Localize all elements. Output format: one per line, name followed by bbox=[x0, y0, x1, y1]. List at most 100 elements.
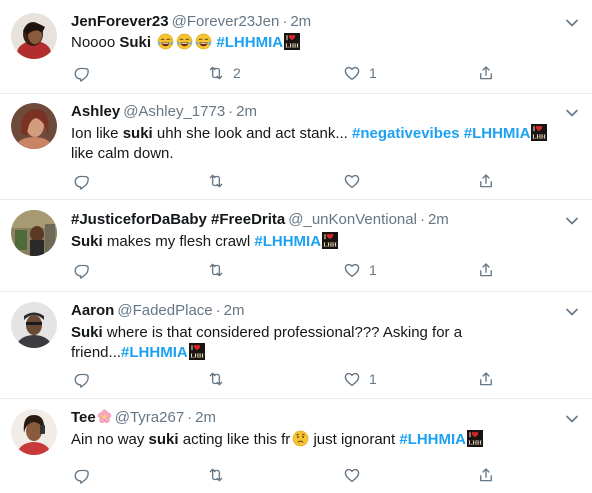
tweet-feed: JenForever23 @Forever23Jen · 2m Noooo Suki … bbox=[0, 0, 592, 493]
tweet-item[interactable]: Tee @Tyra267 · 2m Ain no way suki acting li… bbox=[0, 399, 592, 493]
share-button[interactable] bbox=[477, 260, 495, 280]
retweet-button[interactable] bbox=[207, 171, 233, 191]
timestamp[interactable]: 2m bbox=[236, 103, 257, 120]
separator-dot: · bbox=[228, 103, 234, 120]
confused-emoji-icon bbox=[292, 430, 309, 447]
lhh-heart-badge-icon bbox=[189, 343, 205, 360]
hashtag-link[interactable]: #negativevibes bbox=[352, 125, 460, 142]
reply-icon bbox=[73, 261, 91, 279]
author-name[interactable]: Aaron bbox=[71, 302, 114, 319]
author-handle[interactable]: @Forever23Jen bbox=[172, 13, 280, 30]
reply-button[interactable] bbox=[73, 465, 91, 485]
heart-icon bbox=[343, 172, 361, 190]
avatar[interactable] bbox=[11, 302, 57, 348]
chevron-down-icon[interactable] bbox=[566, 217, 578, 225]
share-icon bbox=[477, 64, 495, 82]
mention-keyword: suki bbox=[122, 125, 153, 142]
heart-icon bbox=[343, 64, 361, 82]
tears-of-joy-emoji-icon bbox=[195, 33, 212, 50]
avatar[interactable] bbox=[11, 13, 57, 59]
retweet-count: 2 bbox=[233, 65, 241, 81]
avatar[interactable] bbox=[11, 409, 57, 455]
tears-of-joy-emoji-icon bbox=[157, 33, 174, 50]
avatar[interactable] bbox=[11, 210, 57, 256]
reply-button[interactable] bbox=[73, 63, 91, 83]
tweet-actions: 2 1 bbox=[71, 63, 521, 83]
reply-icon bbox=[73, 172, 91, 190]
author-name[interactable]: Ashley bbox=[71, 103, 120, 120]
author-handle[interactable]: @_unKonVentional bbox=[288, 211, 417, 228]
mention-keyword: Suki bbox=[71, 233, 103, 250]
like-button[interactable]: 1 bbox=[343, 63, 377, 83]
heart-icon bbox=[343, 261, 361, 279]
lhh-heart-badge-icon bbox=[322, 232, 338, 249]
author-handle[interactable]: @FadedPlace bbox=[117, 302, 212, 319]
tweet-item[interactable]: Ashley @Ashley_1773 · 2m Ion like suki uhh … bbox=[0, 94, 592, 200]
tweet-item[interactable]: JenForever23 @Forever23Jen · 2m Noooo Suki … bbox=[0, 0, 592, 94]
author-name[interactable]: Tee bbox=[71, 409, 96, 426]
retweet-button[interactable]: 2 bbox=[207, 63, 241, 83]
mention-keyword: Suki bbox=[119, 34, 152, 51]
retweet-icon bbox=[207, 64, 225, 82]
reply-icon bbox=[73, 64, 91, 82]
tweet-text: Suki where is that considered profession… bbox=[71, 324, 463, 361]
author-name[interactable]: JenForever23 bbox=[71, 13, 169, 30]
mention-keyword: suki bbox=[148, 431, 179, 448]
hashtag-link[interactable]: #LHHMIA bbox=[254, 233, 321, 250]
tweet-item[interactable]: #JusticeforDaBaby #FreeDrita @_unKonVenti… bbox=[0, 200, 592, 292]
share-button[interactable] bbox=[477, 63, 495, 83]
heart-icon bbox=[343, 466, 361, 484]
hashtag-link[interactable]: #LHHMIA bbox=[399, 431, 466, 448]
share-icon bbox=[477, 370, 495, 388]
author-handle[interactable]: @Ashley_1773 bbox=[123, 103, 225, 120]
like-button[interactable]: 1 bbox=[343, 260, 377, 280]
timestamp[interactable]: 2m bbox=[428, 211, 449, 228]
author-name[interactable]: #JusticeforDaBaby #FreeDrita bbox=[71, 211, 285, 228]
like-button[interactable]: 1 bbox=[343, 369, 377, 389]
author-handle[interactable]: @Tyra267 bbox=[115, 409, 184, 426]
share-button[interactable] bbox=[477, 465, 495, 485]
reply-button[interactable] bbox=[73, 260, 91, 280]
like-button[interactable] bbox=[343, 465, 369, 485]
separator-dot: · bbox=[282, 13, 288, 30]
tweet-actions bbox=[71, 465, 521, 485]
tweet-text: Suki makes my flesh crawl #LHHMIA bbox=[71, 232, 571, 252]
flower-emoji-icon bbox=[97, 409, 112, 424]
reply-button[interactable] bbox=[73, 369, 91, 389]
share-button[interactable] bbox=[477, 369, 495, 389]
tweet-text: Ion like suki uhh she look and act stank… bbox=[71, 124, 571, 164]
timestamp[interactable]: 2m bbox=[224, 302, 245, 319]
tears-of-joy-emoji-icon bbox=[176, 33, 193, 50]
share-button[interactable] bbox=[477, 171, 495, 191]
timestamp[interactable]: 2m bbox=[195, 409, 216, 426]
like-count: 1 bbox=[369, 371, 377, 387]
like-count: 1 bbox=[369, 65, 377, 81]
lhh-heart-badge-icon bbox=[284, 33, 300, 50]
timestamp[interactable]: 2m bbox=[290, 13, 311, 30]
retweet-icon bbox=[207, 466, 225, 484]
like-button[interactable] bbox=[343, 171, 369, 191]
reply-icon bbox=[73, 370, 91, 388]
hashtag-link[interactable]: #LHHMIA bbox=[216, 34, 283, 51]
chevron-down-icon[interactable] bbox=[566, 415, 578, 423]
mention-keyword: Suki bbox=[71, 324, 103, 341]
retweet-button[interactable] bbox=[207, 465, 233, 485]
hashtag-link[interactable]: #LHHMIA bbox=[464, 125, 531, 142]
heart-icon bbox=[343, 370, 361, 388]
tweet-actions bbox=[71, 171, 521, 191]
tweet-actions: 1 bbox=[71, 369, 521, 389]
like-count: 1 bbox=[369, 262, 377, 278]
reply-icon bbox=[73, 466, 91, 484]
hashtag-link[interactable]: #LHHMIA bbox=[121, 344, 188, 361]
chevron-down-icon[interactable] bbox=[566, 19, 578, 27]
tweet-item[interactable]: Aaron @FadedPlace · 2m Suki where is that c… bbox=[0, 292, 592, 399]
retweet-button[interactable] bbox=[207, 260, 233, 280]
avatar[interactable] bbox=[11, 103, 57, 149]
separator-dot: · bbox=[187, 409, 193, 426]
retweet-icon bbox=[207, 261, 225, 279]
chevron-down-icon[interactable] bbox=[566, 109, 578, 117]
retweet-button[interactable] bbox=[207, 369, 233, 389]
chevron-down-icon[interactable] bbox=[566, 308, 578, 316]
separator-dot: · bbox=[419, 211, 425, 228]
reply-button[interactable] bbox=[73, 171, 91, 191]
